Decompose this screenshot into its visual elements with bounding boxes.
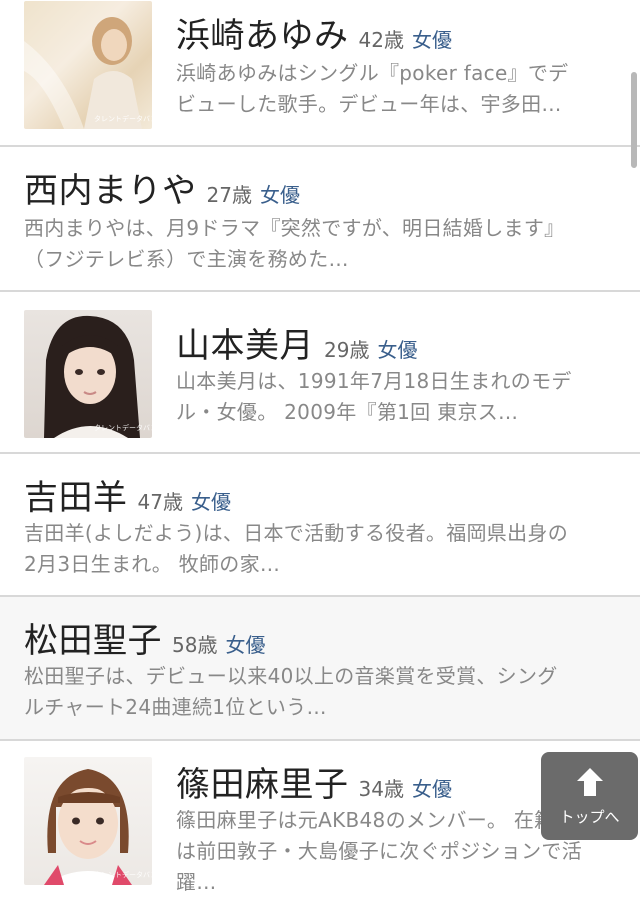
person-name-text: 山本美月 — [176, 326, 314, 366]
person-job: 女優 — [411, 28, 452, 52]
photo-credit: タレントデータバンク — [94, 424, 152, 432]
person-age: 27歳 — [206, 183, 252, 207]
person-job: 女優 — [377, 338, 418, 362]
list-item[interactable]: 松田聖子 58歳 女優 松田聖子は、デビュー以来40以上の音楽賞を受賞、シング ルチ… — [0, 597, 640, 741]
thumbnail-image: タレントデータバンク — [24, 310, 152, 438]
person-list: タレントデータバンク 浜崎あゆみ42歳女優 浜崎あゆみはシングル『poker f… — [0, 0, 640, 899]
person-age: 29歳 — [324, 338, 370, 362]
back-to-top-label: トップへ — [559, 808, 620, 826]
person-name: 松田聖子 58歳 女優 — [24, 613, 265, 662]
portrait-illustration — [44, 769, 132, 885]
list-item[interactable]: 西内まりや 27歳 女優 西内まりやは、月9ドラマ『突然ですが、明日結婚します』 （… — [0, 147, 640, 292]
person-job: 女優 — [259, 183, 300, 207]
person-name-text: 西内まりや — [24, 171, 197, 211]
photo-credit: タレントデータバンク — [94, 115, 152, 123]
description-line: 松田聖子は、デビュー以来40以上の音楽賞を受賞、シング — [24, 664, 558, 688]
back-to-top-button[interactable]: トップへ — [541, 752, 638, 840]
description-line: （フジテレビ系）で主演を務めた… — [24, 247, 349, 271]
description-line: 山本美月は、1991年7月18日生まれのモデ — [176, 369, 572, 393]
person-name-text: 篠田麻里子 — [176, 765, 349, 805]
description-line: ビューした歌手。デビュー年は、宇多田… — [176, 92, 562, 116]
description-line: 躍… — [176, 870, 217, 894]
person-name: 吉田羊 47歳 女優 — [24, 470, 231, 519]
portrait-illustration — [24, 17, 142, 129]
person-description: 山本美月は、1991年7月18日生まれのモデ ル・女優。 2009年『第1回 東… — [176, 366, 616, 428]
description-line: ル・女優。 2009年『第1回 東京ス… — [176, 400, 519, 424]
photo-credit: タレントデータバンク — [94, 871, 152, 879]
scrollbar[interactable] — [631, 72, 637, 168]
person-name-text: 浜崎あゆみ — [176, 16, 349, 56]
thumbnail-image: タレントデータバンク — [24, 757, 152, 885]
arrow-up-icon — [577, 768, 603, 796]
description-line: 浜崎あゆみはシングル『poker face』でデ — [176, 61, 569, 85]
person-age: 47歳 — [137, 490, 183, 514]
description-line: 西内まりやは、月9ドラマ『突然ですが、明日結婚します』 — [24, 216, 565, 240]
person-description: 浜崎あゆみはシングル『poker face』でデ ビューした歌手。デビュー年は、… — [176, 58, 616, 120]
list-item[interactable]: タレントデータバンク 浜崎あゆみ 42歳女優 浜崎あゆみはシングル『poker f… — [0, 0, 640, 147]
person-name: 篠田麻里子 34歳 女優 — [176, 757, 452, 806]
person-name-text: 吉田羊 — [24, 478, 128, 518]
person-age: 34歳 — [358, 777, 404, 801]
description-line: は前田敦子・大島優子に次ぐポジションで活 — [176, 839, 582, 863]
list-item[interactable]: タレントデータバンク 山本美月 29歳女優 山本美月は、1991年7月18日生まれ… — [0, 292, 640, 454]
person-name: 山本美月 29歳 女優 — [176, 318, 417, 367]
person-job: 女優 — [190, 490, 231, 514]
person-description: 吉田羊(よしだよう)は、日本で活動する役者。福岡県出身の 2月3日生まれ。 牧師… — [24, 518, 624, 580]
description-line: 2月3日生まれ。 牧師の家… — [24, 552, 281, 576]
person-job: 女優 — [411, 777, 452, 801]
person-age: 58歳 — [172, 633, 218, 657]
portrait-illustration — [44, 315, 140, 438]
person-name-text: 松田聖子 — [24, 621, 162, 661]
person-description: 松田聖子は、デビュー以来40以上の音楽賞を受賞、シング ルチャート24曲連続1位… — [24, 661, 624, 723]
person-job: 女優 — [225, 633, 266, 657]
person-description: 西内まりやは、月9ドラマ『突然ですが、明日結婚します』 （フジテレビ系）で主演を… — [24, 213, 624, 275]
person-name: 浜崎あゆみ 42歳 女優 — [176, 8, 452, 57]
person-age: 42歳 — [358, 28, 404, 52]
description-line: ルチャート24曲連続1位という… — [24, 695, 327, 719]
list-item[interactable]: 吉田羊 47歳 女優 吉田羊(よしだよう)は、日本で活動する役者。福岡県出身の 2月… — [0, 454, 640, 597]
person-name: 西内まりや 27歳 女優 — [24, 163, 300, 212]
description-line: 吉田羊(よしだよう)は、日本で活動する役者。福岡県出身の — [24, 521, 569, 545]
thumbnail-image: タレントデータバンク — [24, 1, 152, 129]
